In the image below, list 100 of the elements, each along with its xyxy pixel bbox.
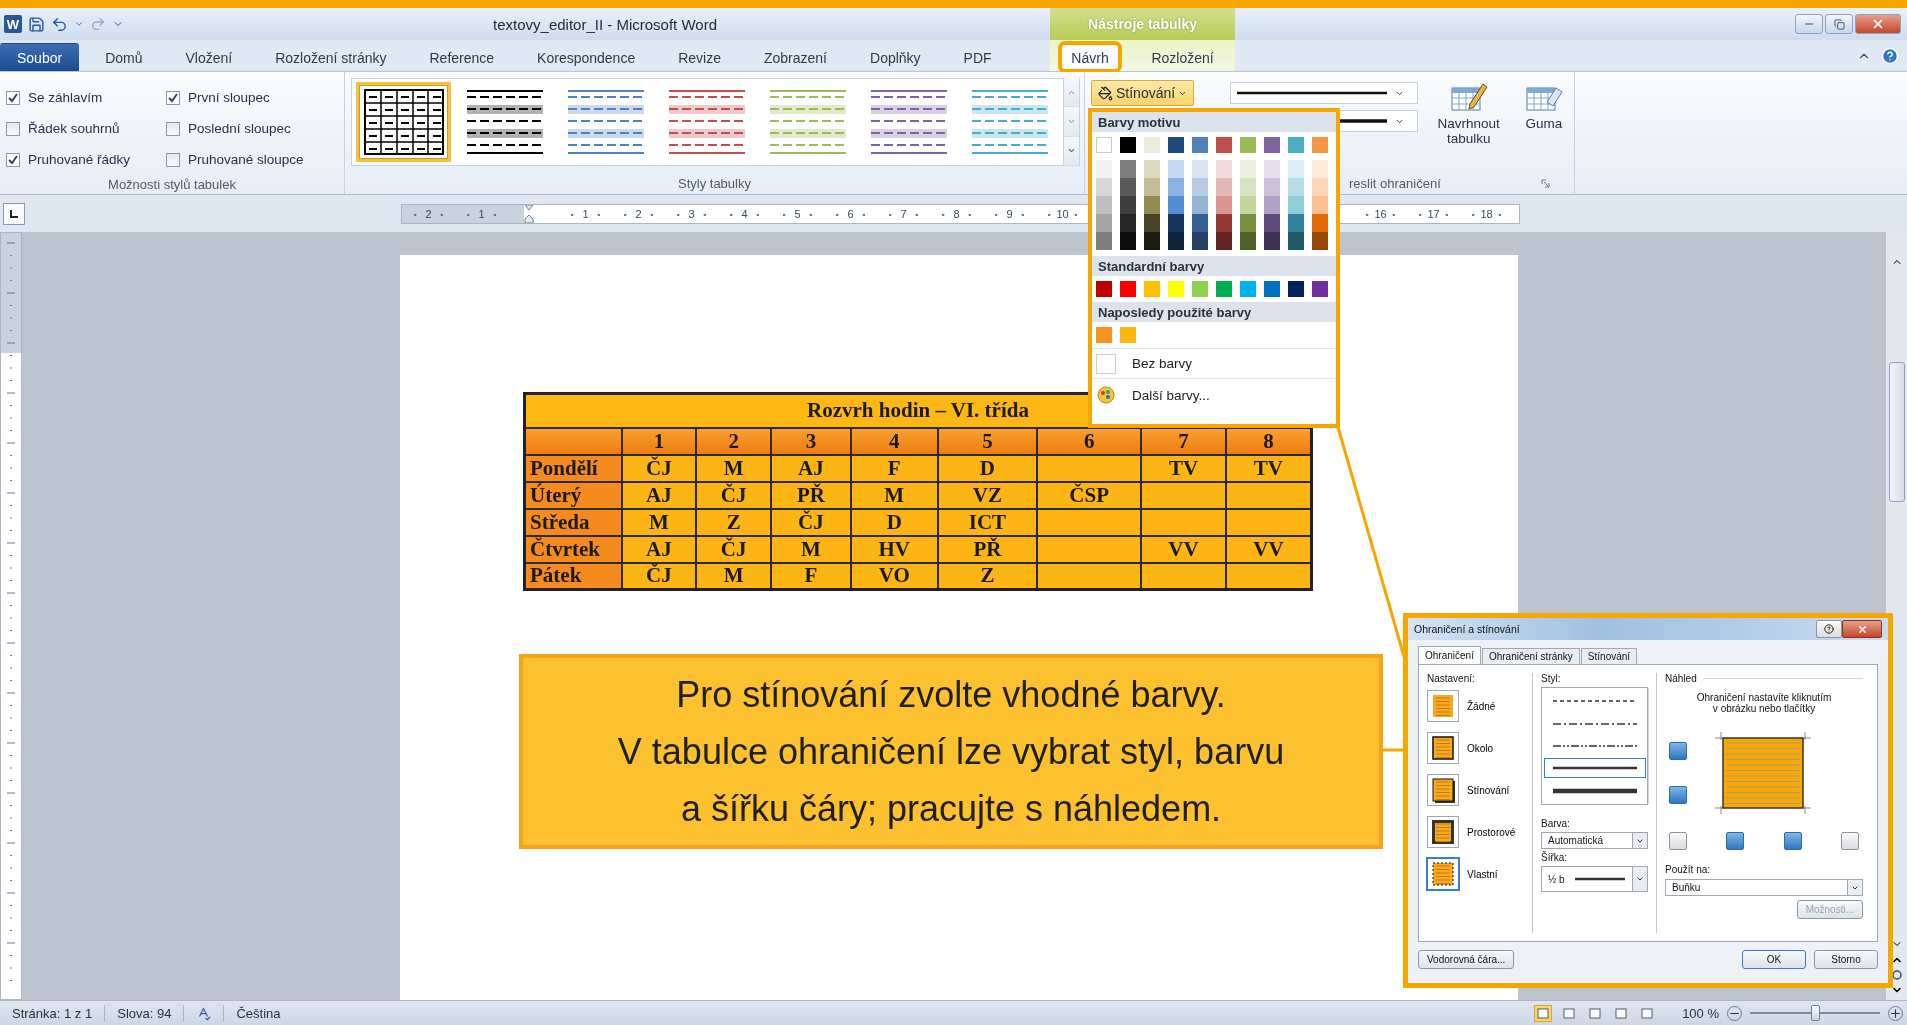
dialog-title: Ohraničení a stínování xyxy=(1414,623,1520,635)
context-tab-header: Nástroje tabulky xyxy=(1050,8,1235,40)
table-cell: M xyxy=(850,481,938,509)
table-cell: ČSP xyxy=(1037,481,1142,509)
ribbon-tab[interactable]: Reference xyxy=(412,43,512,71)
table-cell: PŘ xyxy=(937,535,1038,563)
setting-option[interactable]: Stínování xyxy=(1427,770,1528,810)
word-count: Slova: 94 xyxy=(105,1004,185,1022)
checkbox-option[interactable]: Pruhované sloupce xyxy=(166,144,346,175)
column-header: 7 xyxy=(1141,427,1226,455)
shading-button[interactable]: Stínování xyxy=(1091,80,1195,106)
ribbon-tab[interactable]: Revize xyxy=(661,43,738,71)
table-cell: M xyxy=(696,562,772,590)
dialog-tab[interactable]: Ohraničení stránky xyxy=(1481,648,1580,664)
ribbon-tab[interactable]: Rozložení xyxy=(1140,43,1225,71)
column-header: 3 xyxy=(771,427,851,455)
page-count: Stránka: 1 z 1 xyxy=(0,1004,106,1022)
ribbon-tab[interactable]: Domů xyxy=(88,43,160,71)
table-cell: Z xyxy=(937,562,1038,590)
column-header: 2 xyxy=(696,427,772,455)
draw-table-button[interactable]: Navrhnout tabulku xyxy=(1429,78,1508,172)
table-cell: ČJ xyxy=(621,454,697,482)
width-select[interactable]: ½ b xyxy=(1541,866,1648,892)
preview-hint: Ohraničení nastavíte kliknutím v obrázku nebo tlačítky xyxy=(1695,691,1833,714)
field-label: Styl: xyxy=(1541,673,1562,684)
table-cell: D xyxy=(850,508,938,536)
callout-text: Pro stínování zvolte vhodné barvy. V tabulce ohraničení lze vybrat styl, barvu a šířku čáry; pracujte s náhledem. xyxy=(617,673,1285,831)
group-label: Možnosti stylů tabulek xyxy=(107,176,237,194)
table-cell: Z xyxy=(696,508,772,536)
table-cell: VV xyxy=(1225,535,1312,563)
table-cell: AJ xyxy=(621,535,697,563)
color-select[interactable]: Automatická xyxy=(1541,832,1648,849)
checkbox-option[interactable]: Poslední sloupec xyxy=(166,113,346,144)
eraser-button[interactable]: Guma xyxy=(1519,78,1568,172)
dialog-tab[interactable]: Ohraničení xyxy=(1418,646,1481,664)
table-cell: ICT xyxy=(937,508,1038,536)
row-header: Pondělí xyxy=(524,454,622,482)
setting-option[interactable]: Žádné xyxy=(1427,686,1528,726)
ribbon-tab[interactable]: Návrh xyxy=(1060,43,1120,71)
ribbon-tab[interactable]: PDF xyxy=(946,43,1009,71)
apply-to-select[interactable]: Buňku xyxy=(1665,879,1863,896)
table-cell: HV xyxy=(850,535,938,563)
setting-option[interactable]: Okolo xyxy=(1427,728,1528,768)
table-cell: ČJ xyxy=(621,562,697,590)
setting-option[interactable]: Prostorové xyxy=(1427,812,1528,852)
language-label: Čeština xyxy=(235,1004,282,1022)
menu-heading: Barvy motivu xyxy=(1092,112,1336,132)
row-header: Středa xyxy=(524,508,622,536)
table-cell: M xyxy=(696,454,772,482)
setting-option[interactable]: Vlastní xyxy=(1427,854,1528,894)
ribbon-tab[interactable]: Doplňky xyxy=(853,43,938,71)
row-header: Čtvrtek xyxy=(524,535,622,563)
table-cell: TV xyxy=(1141,454,1226,482)
column-header: 6 xyxy=(1037,427,1142,455)
checkbox-option[interactable]: První sloupec xyxy=(166,82,346,113)
table-cell: ČJ xyxy=(696,481,772,509)
field-label: Náhled xyxy=(1665,673,1697,684)
table-cell: TV xyxy=(1225,454,1312,482)
app-logo[interactable]: W xyxy=(4,15,22,33)
row-header: Úterý xyxy=(524,481,622,509)
group-label: reslit ohraničení xyxy=(1349,175,1441,191)
ribbon-tab[interactable]: Vložení xyxy=(168,43,250,71)
column-header: 1 xyxy=(621,427,697,455)
checkbox-option[interactable]: Pruhované řádky xyxy=(6,144,166,175)
ribbon-tab[interactable]: Rozložení stránky xyxy=(258,43,404,71)
column-header: 8 xyxy=(1225,427,1312,455)
table-cell: PŘ xyxy=(771,481,851,509)
table-cell: F xyxy=(850,454,938,482)
menu-heading: Naposledy použité barvy xyxy=(1092,302,1336,322)
row-header: Pátek xyxy=(524,562,622,590)
window-title: textovy_editor_II - Microsoft Word xyxy=(492,15,718,33)
table-cell: AJ xyxy=(621,481,697,509)
table-cell: VO xyxy=(850,562,938,590)
menu-heading: Standardní barvy xyxy=(1092,256,1336,276)
zoom-level: 100 % xyxy=(1682,1005,1719,1021)
field-label: Použít na: xyxy=(1665,864,1712,875)
table-cell: VV xyxy=(1141,535,1226,563)
column-header: 5 xyxy=(937,427,1038,455)
ribbon-tab[interactable]: Soubor xyxy=(0,43,80,71)
group-label: Styly tabulky xyxy=(677,174,752,193)
table-cell: M xyxy=(621,508,697,536)
table-cell: F xyxy=(771,562,851,590)
table-cell: D xyxy=(937,454,1038,482)
table-cell: AJ xyxy=(771,454,851,482)
checkbox-option[interactable]: Řádek souhrnů xyxy=(6,113,166,144)
table-cell: VZ xyxy=(937,481,1038,509)
horizontal-line-button[interactable]: Vodorovná čára... xyxy=(1418,950,1515,969)
table-cell: ČJ xyxy=(696,535,772,563)
dialog-tab[interactable]: Stínování xyxy=(1580,648,1638,664)
table-cell: M xyxy=(771,535,851,563)
cancel-button[interactable]: Storno xyxy=(1814,950,1878,969)
ok-button[interactable]: OK xyxy=(1742,950,1806,969)
table-cell: ČJ xyxy=(771,508,851,536)
column-header: 4 xyxy=(850,427,938,455)
field-label: Barva: xyxy=(1541,818,1571,829)
field-label: Šířka: xyxy=(1541,852,1569,863)
ribbon-tab[interactable]: Korespondence xyxy=(520,43,653,71)
checkbox-option[interactable]: Se záhlavím xyxy=(6,82,166,113)
ribbon-tab[interactable]: Zobrazení xyxy=(746,43,844,71)
field-label: Nastavení: xyxy=(1427,673,1476,684)
